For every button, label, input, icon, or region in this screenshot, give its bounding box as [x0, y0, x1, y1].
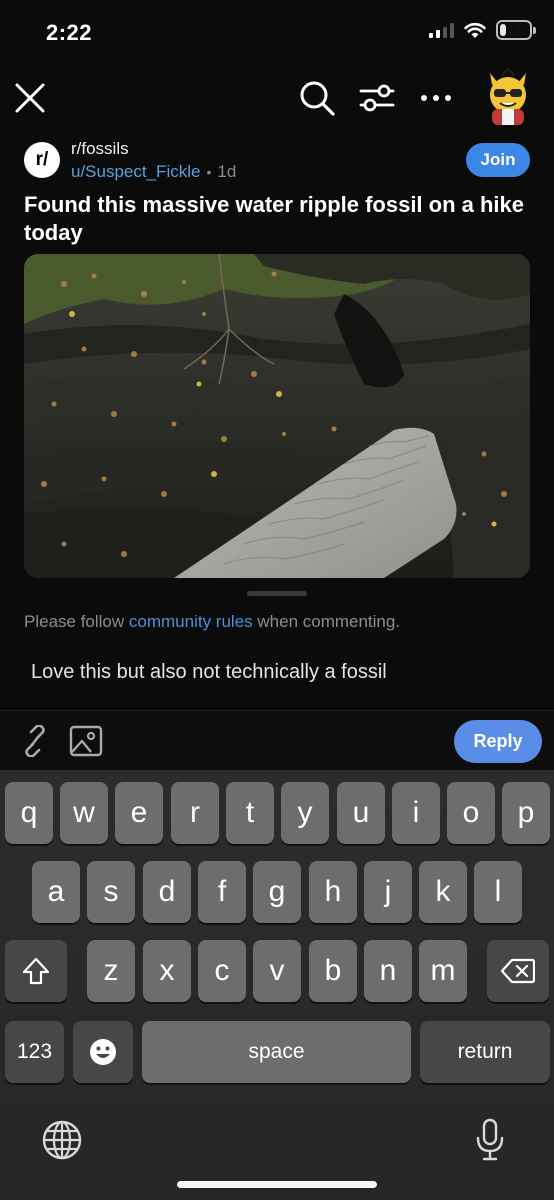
reply-toolbar: Reply: [0, 710, 554, 770]
shift-key[interactable]: [5, 940, 67, 1002]
reply-button[interactable]: Reply: [454, 720, 542, 763]
more-options-button[interactable]: [416, 78, 456, 118]
status-bar: 2:22 14: [0, 0, 554, 66]
comment-input[interactable]: Love this but also not technically a fos…: [31, 661, 387, 684]
key-q[interactable]: q: [5, 782, 53, 844]
return-key[interactable]: return: [420, 1021, 550, 1083]
community-rules-notice: Please follow community rules when comme…: [24, 612, 400, 632]
subreddit-icon[interactable]: r/: [24, 142, 60, 178]
key-y[interactable]: y: [281, 782, 329, 844]
search-button[interactable]: [295, 76, 339, 120]
meta-separator: •: [206, 164, 212, 180]
emoji-icon: [90, 1039, 116, 1065]
image-icon: [69, 725, 103, 757]
globe-button[interactable]: [38, 1116, 86, 1164]
status-time: 2:22: [46, 20, 93, 45]
rules-prefix: Please follow: [24, 612, 129, 631]
key-z[interactable]: z: [87, 940, 135, 1002]
key-o[interactable]: o: [447, 782, 495, 844]
insert-link-button[interactable]: [18, 723, 52, 759]
rules-suffix: when commenting.: [252, 612, 401, 631]
dictation-button[interactable]: [466, 1116, 514, 1164]
key-p[interactable]: p: [502, 782, 550, 844]
insert-image-button[interactable]: [68, 724, 104, 758]
home-indicator[interactable]: [177, 1181, 377, 1188]
join-button[interactable]: Join: [466, 143, 530, 177]
close-icon: [15, 83, 45, 113]
post-meta: u/Suspect_Fickle • 1d: [71, 162, 236, 182]
battery-level: 14: [506, 22, 522, 38]
sheet-drag-handle[interactable]: [247, 591, 307, 596]
key-s[interactable]: s: [87, 861, 135, 923]
link-icon: [25, 725, 45, 757]
delete-key[interactable]: [487, 940, 549, 1002]
search-icon: [300, 81, 335, 116]
emoji-key[interactable]: [73, 1021, 133, 1083]
space-key[interactable]: space: [142, 1021, 411, 1083]
key-e[interactable]: e: [115, 782, 163, 844]
numbers-key[interactable]: 123: [5, 1021, 64, 1083]
key-b[interactable]: b: [309, 940, 357, 1002]
wifi-icon: [464, 22, 486, 38]
community-rules-link[interactable]: community rules: [129, 612, 253, 631]
author-link[interactable]: u/Suspect_Fickle: [71, 162, 200, 182]
post-age: 1d: [217, 162, 237, 181]
subreddit-name[interactable]: r/fossils: [71, 139, 129, 159]
cellular-signal-icon: [429, 22, 454, 38]
key-a[interactable]: a: [32, 861, 80, 923]
key-j[interactable]: j: [364, 861, 412, 923]
key-t[interactable]: t: [226, 782, 274, 844]
filter-button[interactable]: [356, 78, 398, 118]
key-d[interactable]: d: [143, 861, 191, 923]
key-n[interactable]: n: [364, 940, 412, 1002]
backspace-icon: [501, 958, 535, 984]
battery-icon: 14: [496, 20, 536, 40]
key-x[interactable]: x: [143, 940, 191, 1002]
key-f[interactable]: f: [198, 861, 246, 923]
key-v[interactable]: v: [253, 940, 301, 1002]
key-c[interactable]: c: [198, 940, 246, 1002]
key-l[interactable]: l: [474, 861, 522, 923]
key-w[interactable]: w: [60, 782, 108, 844]
key-k[interactable]: k: [419, 861, 467, 923]
post-card: r/ r/fossils u/Suspect_Fickle • 1d Join …: [0, 130, 554, 710]
key-h[interactable]: h: [309, 861, 357, 923]
key-g[interactable]: g: [253, 861, 301, 923]
avatar-icon: [490, 67, 526, 125]
more-horizontal-icon: [421, 95, 451, 101]
microphone-icon: [476, 1118, 504, 1161]
key-i[interactable]: i: [392, 782, 440, 844]
post-image[interactable]: [24, 254, 530, 578]
sliders-icon: [359, 84, 395, 112]
close-button[interactable]: [10, 78, 50, 118]
key-u[interactable]: u: [337, 782, 385, 844]
rock-photo: [24, 254, 530, 578]
status-indicators: 14: [429, 20, 536, 40]
onscreen-keyboard: q w e r t y u i o p a s d f g h j k l z …: [0, 770, 554, 1200]
globe-icon: [42, 1120, 82, 1160]
key-m[interactable]: m: [419, 940, 467, 1002]
key-r[interactable]: r: [171, 782, 219, 844]
post-title[interactable]: Found this massive water ripple fossil o…: [24, 191, 534, 247]
user-avatar[interactable]: [482, 67, 534, 127]
shift-icon: [22, 957, 50, 985]
post-header: [0, 66, 554, 130]
